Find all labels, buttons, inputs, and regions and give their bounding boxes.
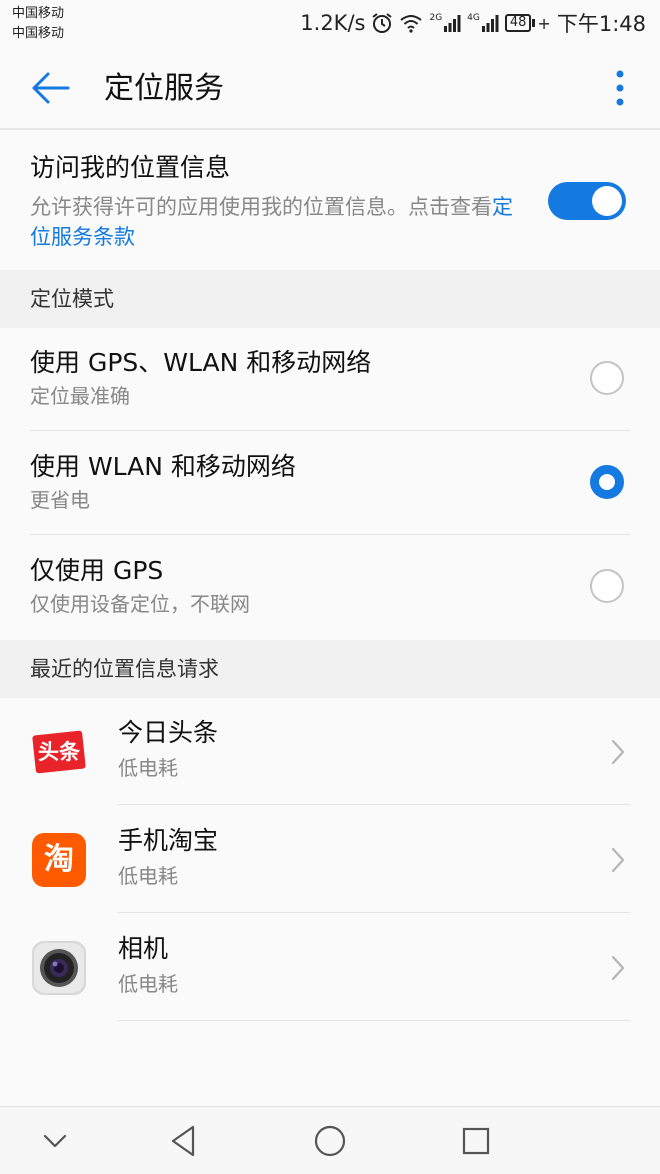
app-request-taobao[interactable]: 淘 手机淘宝 低电耗 (0, 806, 660, 913)
nav-home-button[interactable] (310, 1121, 350, 1161)
back-arrow-icon (32, 72, 70, 104)
signal-2-type: 4G (467, 13, 480, 23)
signal-1-icon (444, 15, 461, 32)
back-button[interactable] (28, 66, 72, 110)
mode-radio-gps-wlan-mobile[interactable] (590, 361, 624, 395)
app-usage: 低电耗 (118, 864, 178, 888)
taobao-icon-text: 淘 (44, 842, 74, 877)
taobao-icon: 淘 (32, 833, 86, 887)
chevron-down-icon (43, 1134, 67, 1148)
mode-radio-gps-only[interactable] (590, 569, 624, 603)
status-bar: 中国移动 中国移动 1.2K/s 2G 4G 48 + 下午1:48 (0, 0, 660, 48)
nav-recents-button[interactable] (456, 1121, 496, 1161)
chevron-right-icon (611, 955, 625, 981)
square-recents-icon (462, 1127, 490, 1155)
app-request-toutiao[interactable]: 头条 今日头条 低电耗 (0, 698, 660, 805)
mode-option-subtitle: 定位最准确 (30, 384, 130, 408)
system-nav-bar (0, 1106, 660, 1174)
chevron-right-icon (611, 847, 625, 873)
recent-section-header: 最近的位置信息请求 (0, 640, 660, 698)
row-divider (118, 1020, 630, 1021)
more-vertical-icon (616, 70, 624, 106)
row-divider (30, 430, 630, 431)
row-divider (30, 534, 630, 535)
network-speed: 1.2K/s (300, 11, 366, 35)
mode-section-header: 定位模式 (0, 270, 660, 328)
clock: 下午1:48 (556, 12, 646, 36)
mode-section-title: 定位模式 (30, 287, 114, 311)
signal-1-type: 2G (429, 13, 443, 23)
nav-back-button[interactable] (163, 1121, 203, 1161)
app-name: 相机 (118, 934, 169, 963)
mode-radio-wlan-mobile[interactable] (590, 465, 624, 499)
location-access-title: 访问我的位置信息 (30, 153, 231, 182)
status-icons: 1.2K/s 2G 4G 48 + 下午1:48 (300, 8, 646, 38)
toutiao-icon-text: 头条 (38, 740, 80, 764)
app-name: 今日头条 (118, 718, 219, 747)
battery-icon: 48 + (504, 13, 551, 33)
mode-option-title: 使用 GPS、WLAN 和移动网络 (30, 348, 372, 377)
row-divider (118, 912, 630, 913)
wifi-icon (400, 15, 423, 33)
carrier-1: 中国移动 (12, 6, 65, 21)
mode-option-title: 使用 WLAN 和移动网络 (30, 452, 296, 481)
triangle-back-icon (171, 1125, 195, 1157)
mode-option-gps-wlan-mobile[interactable]: 使用 GPS、WLAN 和移动网络 定位最准确 (0, 328, 660, 431)
location-access-row: 访问我的位置信息 允许获得许可的应用使用我的位置信息。点击查看定位服务条款 (0, 130, 660, 270)
mode-option-subtitle: 更省电 (30, 488, 90, 512)
hide-nav-button[interactable] (35, 1121, 75, 1161)
signal-2-icon (481, 15, 499, 32)
toggle-knob (592, 186, 622, 216)
circle-home-icon (314, 1125, 346, 1157)
mode-option-wlan-mobile[interactable]: 使用 WLAN 和移动网络 更省电 (0, 432, 660, 535)
location-access-description: 允许获得许可的应用使用我的位置信息。点击查看定位服务条款 (30, 192, 520, 252)
carrier-info: 中国移动 中国移动 (12, 4, 64, 44)
location-access-toggle[interactable] (548, 182, 626, 220)
page-title: 定位服务 (104, 71, 224, 106)
app-name: 手机淘宝 (118, 826, 219, 855)
battery-level: 48 (504, 14, 532, 32)
app-bar: 定位服务 (0, 48, 660, 128)
camera-icon (32, 941, 86, 995)
alarm-icon (372, 13, 393, 33)
chevron-right-icon (611, 739, 625, 765)
mode-option-subtitle: 仅使用设备定位，不联网 (30, 592, 250, 616)
app-usage: 低电耗 (118, 756, 178, 780)
location-access-description-text: 允许获得许可的应用使用我的位置信息。点击查看 (30, 195, 492, 219)
toutiao-icon: 头条 (32, 725, 86, 779)
mode-option-title: 仅使用 GPS (30, 556, 164, 585)
carrier-2: 中国移动 (12, 26, 65, 41)
recent-section-title: 最近的位置信息请求 (30, 657, 219, 681)
app-request-camera[interactable]: 相机 低电耗 (0, 914, 660, 1021)
mode-option-gps-only[interactable]: 仅使用 GPS 仅使用设备定位，不联网 (0, 536, 660, 639)
app-usage: 低电耗 (118, 972, 178, 996)
row-divider (118, 804, 630, 805)
more-options-button[interactable] (604, 66, 636, 110)
charging-icon: + (537, 13, 551, 33)
